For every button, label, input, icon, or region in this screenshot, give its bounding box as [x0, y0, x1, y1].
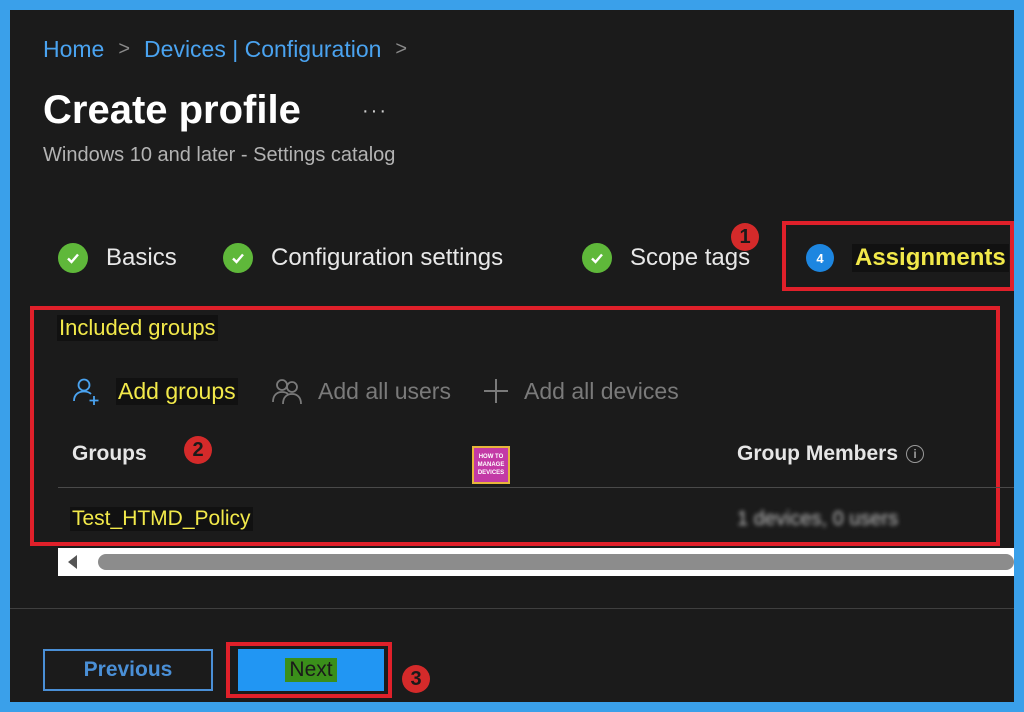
info-icon[interactable]: i — [906, 445, 925, 463]
add-user-icon — [72, 376, 102, 406]
annotation-badge-1: 1 — [731, 223, 759, 251]
more-options-button[interactable]: ··· — [362, 100, 388, 123]
table-divider — [58, 487, 1014, 488]
checkmark-icon — [223, 243, 253, 273]
logo-line: MANAGE — [477, 462, 505, 468]
add-groups-label: Add groups — [116, 377, 238, 405]
scroll-thumb[interactable] — [98, 554, 1014, 570]
column-header-groups[interactable]: Groups — [72, 442, 147, 466]
step-basics[interactable]: Basics — [58, 242, 177, 274]
column-header-label: Groups — [72, 442, 147, 465]
breadcrumb-separator: > — [395, 37, 408, 60]
scroll-left-arrow-icon[interactable] — [68, 555, 77, 569]
plus-icon — [482, 377, 510, 405]
previous-button[interactable]: Previous — [43, 649, 213, 691]
footer-divider — [10, 608, 1014, 609]
logo-line: DEVICES — [477, 470, 505, 476]
step-scope-tags[interactable]: Scope tags — [582, 242, 750, 274]
column-header-label: Group Members — [737, 442, 899, 465]
step-label: Configuration settings — [271, 244, 504, 271]
annotation-box-assignments — [782, 221, 1014, 291]
breadcrumb: Home > Devices | Configuration > — [43, 34, 421, 64]
main-frame: Home > Devices | Configuration > Create … — [10, 10, 1014, 702]
page-title: Create profile — [43, 88, 301, 132]
horizontal-scrollbar[interactable] — [58, 548, 1014, 576]
annotation-badge-2: 2 — [184, 436, 212, 464]
breadcrumb-separator: > — [118, 37, 131, 60]
group-name-cell[interactable]: Test_HTMD_Policy — [70, 507, 253, 531]
included-groups-heading: Included groups — [57, 315, 218, 341]
group-members-cell: 1 devices, 0 users — [737, 508, 899, 530]
add-all-devices-button[interactable]: Add all devices — [482, 374, 679, 408]
breadcrumb-devices-configuration[interactable]: Devices | Configuration — [144, 36, 381, 63]
add-all-devices-label: Add all devices — [524, 377, 679, 404]
breadcrumb-home[interactable]: Home — [43, 36, 104, 63]
checkmark-icon — [582, 243, 612, 273]
checkmark-icon — [58, 243, 88, 273]
column-header-group-members[interactable]: Group Members i — [737, 442, 925, 466]
page-subtitle: Windows 10 and later - Settings catalog — [43, 144, 396, 166]
add-groups-button[interactable]: Add groups — [72, 374, 238, 408]
step-configuration-settings[interactable]: Configuration settings — [223, 242, 503, 274]
step-label: Basics — [106, 244, 177, 271]
users-icon — [272, 376, 304, 406]
step-label: Scope tags — [630, 244, 751, 271]
add-all-users-button[interactable]: Add all users — [272, 374, 451, 408]
logo-line: HOW TO — [478, 454, 504, 460]
add-all-users-label: Add all users — [318, 377, 451, 404]
annotation-box-next — [226, 642, 392, 698]
watermark-logo: HOW TO MANAGE DEVICES — [472, 446, 510, 484]
annotation-badge-3: 3 — [402, 665, 430, 693]
